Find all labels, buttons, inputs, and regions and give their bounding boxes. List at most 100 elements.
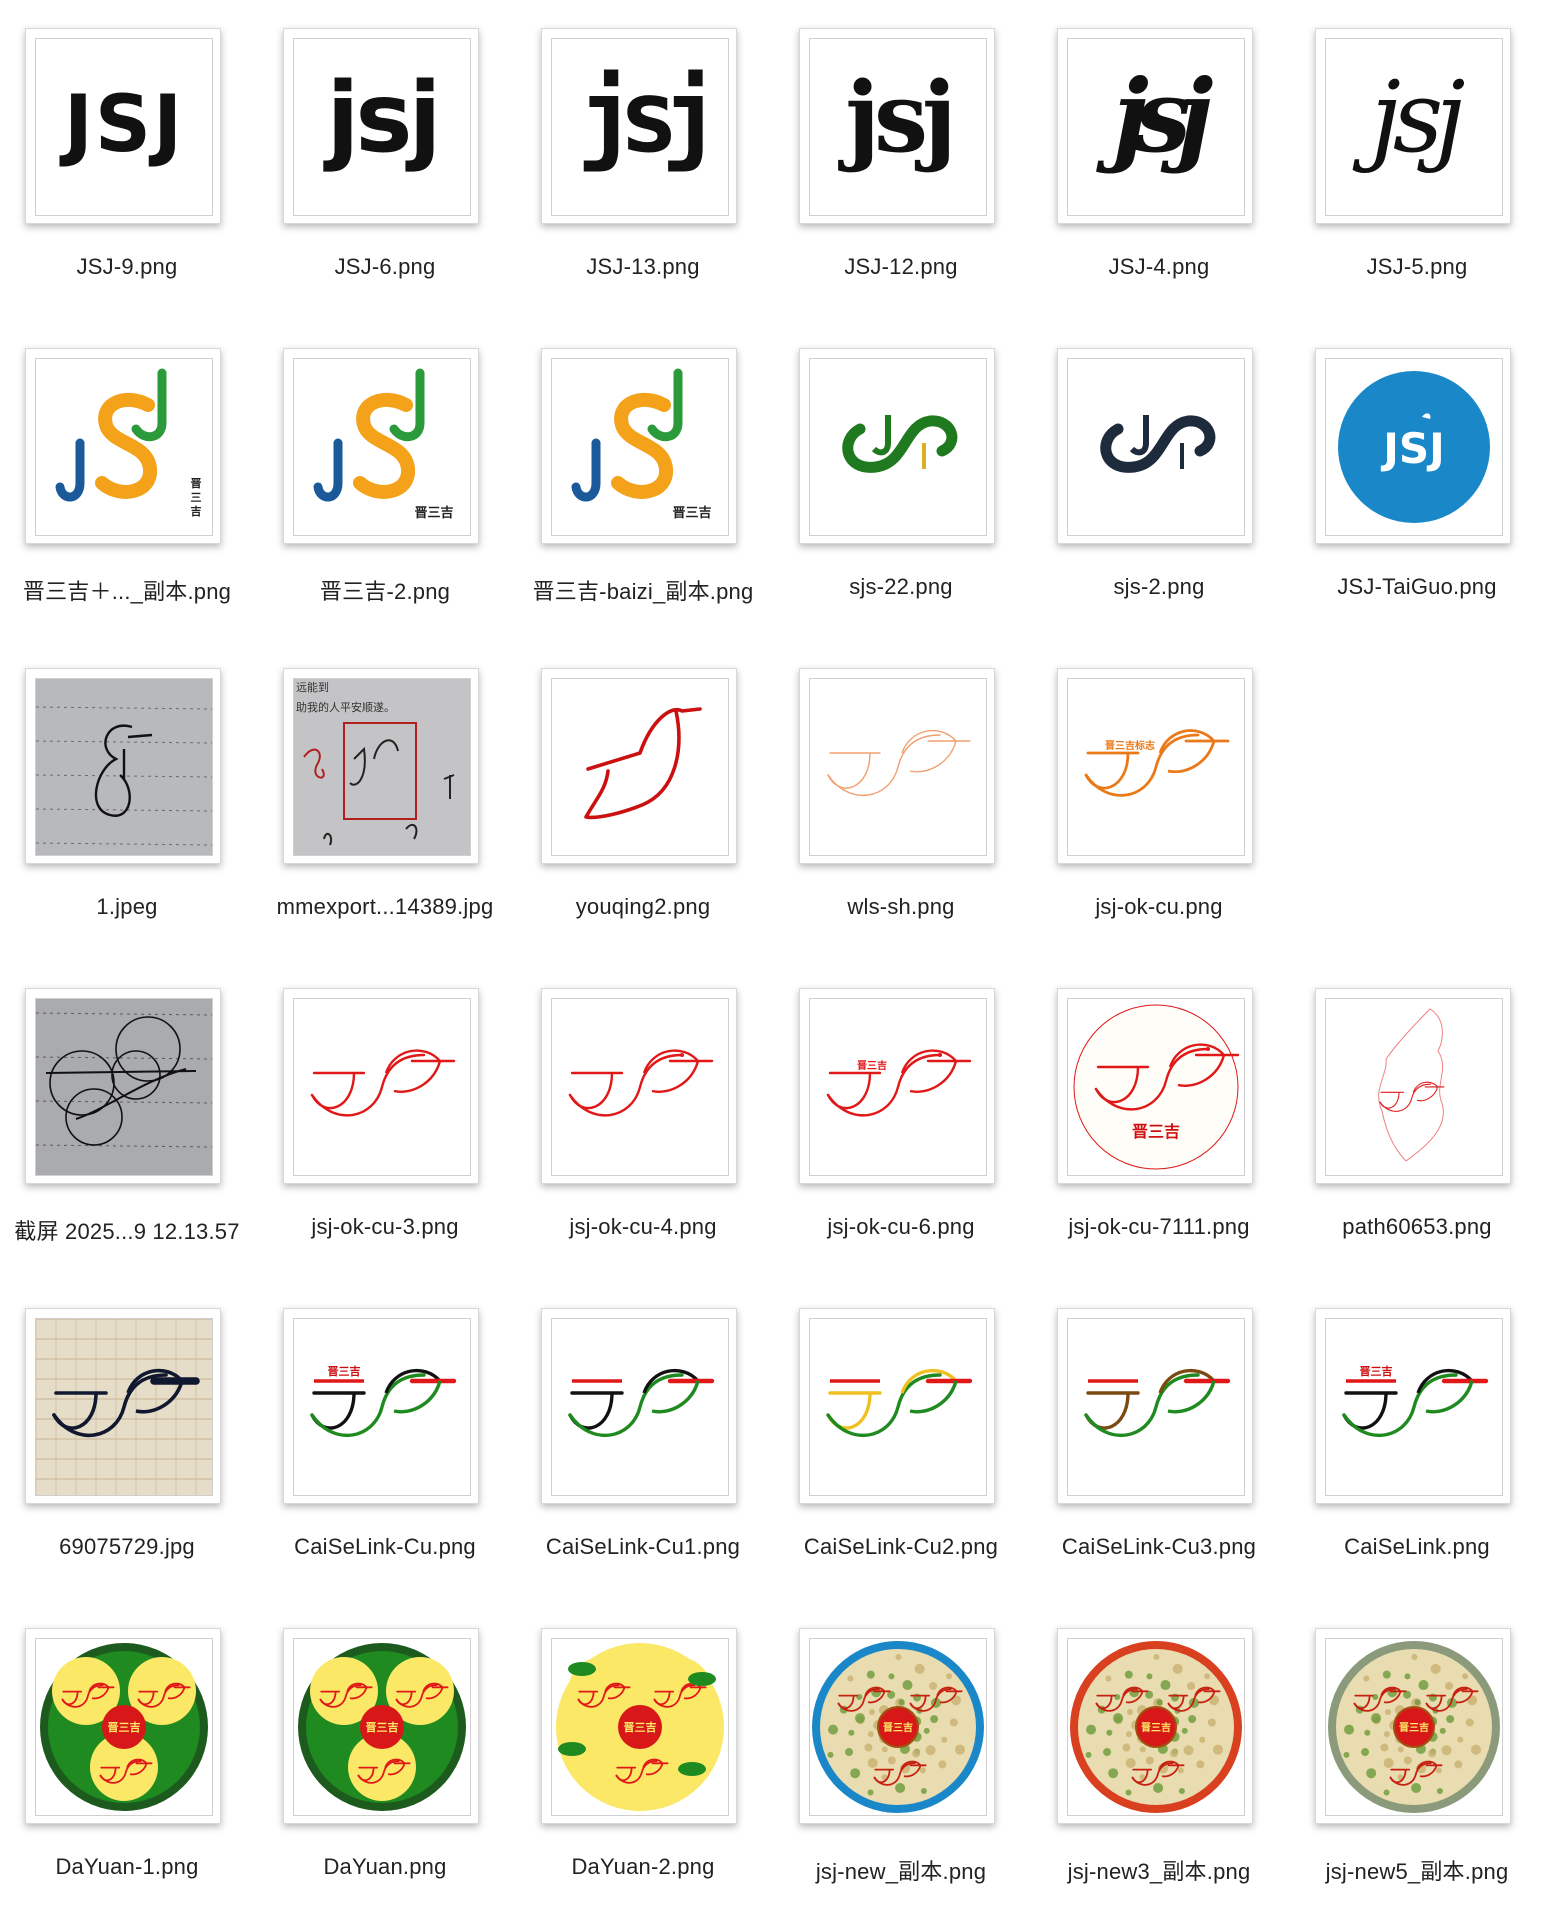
file-thumbnail-frame[interactable]: 晋三吉: [283, 348, 479, 544]
file-item[interactable]: 晋三吉 DaYuan-2.png: [514, 1604, 772, 1924]
file-item[interactable]: jsj JSJ-6.png: [256, 4, 514, 324]
file-thumbnail-frame[interactable]: 晋三吉: [1315, 1628, 1511, 1824]
file-item[interactable]: 69075729.jpg: [0, 1284, 256, 1604]
file-name-label[interactable]: JSJ-TaiGuo.png: [1288, 574, 1546, 600]
file-name-label[interactable]: JSJ-13.png: [514, 254, 772, 280]
file-item[interactable]: 晋三吉 jsj-new5_副本.png: [1288, 1604, 1546, 1924]
file-thumbnail-frame[interactable]: 晋三吉: [541, 1628, 737, 1824]
file-name-label[interactable]: 69075729.jpg: [0, 1534, 256, 1560]
file-thumbnail-frame[interactable]: 晋三吉: [25, 348, 221, 544]
file-item[interactable]: jsj JSJ-13.png: [514, 4, 772, 324]
file-name-label[interactable]: 晋三吉-2.png: [256, 574, 514, 606]
file-name-label[interactable]: jsj-ok-cu.png: [1030, 894, 1288, 920]
file-item[interactable]: 晋三吉 jsj-new_副本.png: [772, 1604, 1030, 1924]
file-item[interactable]: CaiSeLink-Cu1.png: [514, 1284, 772, 1604]
file-thumbnail-frame[interactable]: [799, 1308, 995, 1504]
file-name-label[interactable]: jsj-ok-cu-3.png: [256, 1214, 514, 1240]
file-item[interactable]: path60653.png: [1288, 964, 1546, 1284]
file-thumbnail-frame[interactable]: [1315, 988, 1511, 1184]
file-name-label[interactable]: 晋三吉＋..._副本.png: [0, 574, 256, 606]
file-thumbnail-frame[interactable]: 晋三吉: [799, 988, 995, 1184]
file-name-label[interactable]: JSJ-4.png: [1030, 254, 1288, 280]
file-item[interactable]: 晋三吉晋三吉-baizi_副本.png: [514, 324, 772, 644]
file-thumbnail-frame[interactable]: 晋三吉: [799, 1628, 995, 1824]
file-name-label[interactable]: jsj-new5_副本.png: [1288, 1854, 1546, 1886]
file-item[interactable]: 晋三吉 jsj-new3_副本.png: [1030, 1604, 1288, 1924]
file-thumbnail-frame[interactable]: 晋三吉: [283, 1628, 479, 1824]
file-name-label[interactable]: JSJ-9.png: [0, 254, 256, 280]
file-thumbnail-frame[interactable]: 晋三吉: [1057, 988, 1253, 1184]
file-name-label[interactable]: jsj-new_副本.png: [772, 1854, 1030, 1886]
file-item[interactable]: 1.jpeg: [0, 644, 256, 964]
file-thumbnail-frame[interactable]: 晋三吉: [1315, 1308, 1511, 1504]
file-name-label[interactable]: DaYuan-1.png: [0, 1854, 256, 1880]
file-name-label[interactable]: JSJ-5.png: [1288, 254, 1546, 280]
file-item[interactable]: jsj-ok-cu-3.png: [256, 964, 514, 1284]
file-name-label[interactable]: JSJ-6.png: [256, 254, 514, 280]
file-name-label[interactable]: jsj-ok-cu-6.png: [772, 1214, 1030, 1240]
file-name-label[interactable]: jsj-ok-cu-7111.png: [1030, 1214, 1288, 1240]
file-thumbnail-frame[interactable]: [25, 1308, 221, 1504]
file-item[interactable]: 远能到 助我的人平安顺遂。 mmexport...14389.jpg: [256, 644, 514, 964]
file-thumbnail-frame[interactable]: [799, 348, 995, 544]
file-thumbnail-frame[interactable]: [283, 988, 479, 1184]
file-name-label[interactable]: CaiSeLink-Cu3.png: [1030, 1534, 1288, 1560]
file-item[interactable]: 晋三吉晋三吉-2.png: [256, 324, 514, 644]
file-name-label[interactable]: CaiSeLink.png: [1288, 1534, 1546, 1560]
file-name-label[interactable]: 截屏 2025...9 12.13.57: [0, 1214, 266, 1246]
file-item[interactable]: jsj-ok-cu-4.png: [514, 964, 772, 1284]
file-item[interactable]: 截屏 2025...9 12.13.57: [0, 964, 256, 1284]
file-item[interactable]: 晋三吉 CaiSeLink.png: [1288, 1284, 1546, 1604]
file-thumbnail-frame[interactable]: 远能到 助我的人平安顺遂。: [283, 668, 479, 864]
file-thumbnail-frame[interactable]: 晋三吉: [25, 1628, 221, 1824]
file-name-label[interactable]: DaYuan-2.png: [514, 1854, 772, 1880]
file-item[interactable]: JSJ JSJ-9.png: [0, 4, 256, 324]
file-item[interactable]: jsj JSJ-12.png: [772, 4, 1030, 324]
file-name-label[interactable]: CaiSeLink-Cu.png: [256, 1534, 514, 1560]
file-name-label[interactable]: wls-sh.png: [772, 894, 1030, 920]
file-name-label[interactable]: CaiSeLink-Cu1.png: [514, 1534, 772, 1560]
file-item[interactable]: 晋三吉 jsj-ok-cu-7111.png: [1030, 964, 1288, 1284]
file-thumbnail-frame[interactable]: JSJ: [25, 28, 221, 224]
file-item[interactable]: 晋三吉 DaYuan-1.png: [0, 1604, 256, 1924]
file-item[interactable]: jsj JSJ-4.png: [1030, 4, 1288, 324]
file-name-label[interactable]: 1.jpeg: [0, 894, 256, 920]
file-name-label[interactable]: jsj-ok-cu-4.png: [514, 1214, 772, 1240]
file-item[interactable]: sjs-22.png: [772, 324, 1030, 644]
file-item[interactable]: 晋三吉 DaYuan.png: [256, 1604, 514, 1924]
file-thumbnail-frame[interactable]: jsj: [1315, 28, 1511, 224]
file-item[interactable]: CaiSeLink-Cu2.png: [772, 1284, 1030, 1604]
file-thumbnail-frame[interactable]: [541, 1308, 737, 1504]
file-thumbnail-frame[interactable]: JSJ: [1315, 348, 1511, 544]
file-name-label[interactable]: sjs-22.png: [772, 574, 1030, 600]
file-name-label[interactable]: sjs-2.png: [1030, 574, 1288, 600]
file-thumbnail-frame[interactable]: jsj: [541, 28, 737, 224]
file-item[interactable]: 晋三吉标志 jsj-ok-cu.png: [1030, 644, 1288, 964]
file-name-label[interactable]: path60653.png: [1288, 1214, 1546, 1240]
file-thumbnail-frame[interactable]: jsj: [1057, 28, 1253, 224]
file-thumbnail-frame[interactable]: [1057, 1308, 1253, 1504]
file-item[interactable]: jsj JSJ-5.png: [1288, 4, 1546, 324]
file-item[interactable]: CaiSeLink-Cu3.png: [1030, 1284, 1288, 1604]
file-item[interactable]: wls-sh.png: [772, 644, 1030, 964]
file-name-label[interactable]: 晋三吉-baizi_副本.png: [514, 574, 772, 606]
file-thumbnail-frame[interactable]: [541, 988, 737, 1184]
file-name-label[interactable]: JSJ-12.png: [772, 254, 1030, 280]
file-thumbnail-frame[interactable]: 晋三吉: [541, 348, 737, 544]
file-name-label[interactable]: mmexport...14389.jpg: [246, 894, 524, 920]
file-thumbnail-frame[interactable]: [799, 668, 995, 864]
file-thumbnail-frame[interactable]: 晋三吉: [283, 1308, 479, 1504]
file-name-label[interactable]: jsj-new3_副本.png: [1030, 1854, 1288, 1886]
file-item[interactable]: JSJ JSJ-TaiGuo.png: [1288, 324, 1546, 644]
file-thumbnail-frame[interactable]: [25, 988, 221, 1184]
file-thumbnail-frame[interactable]: [1057, 348, 1253, 544]
file-item[interactable]: youqing2.png: [514, 644, 772, 964]
file-name-label[interactable]: DaYuan.png: [256, 1854, 514, 1880]
file-thumbnail-frame[interactable]: jsj: [283, 28, 479, 224]
file-name-label[interactable]: youqing2.png: [514, 894, 772, 920]
file-thumbnail-frame[interactable]: [25, 668, 221, 864]
file-name-label[interactable]: CaiSeLink-Cu2.png: [772, 1534, 1030, 1560]
file-thumbnail-frame[interactable]: 晋三吉: [1057, 1628, 1253, 1824]
file-item[interactable]: sjs-2.png: [1030, 324, 1288, 644]
file-thumbnail-frame[interactable]: [541, 668, 737, 864]
